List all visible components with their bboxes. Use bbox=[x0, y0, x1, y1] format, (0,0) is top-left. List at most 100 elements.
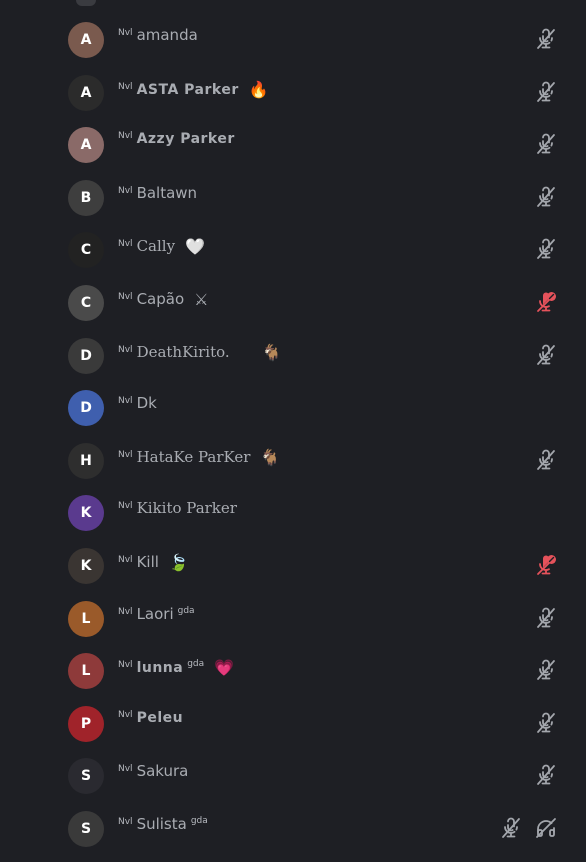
server-muted-icon bbox=[534, 290, 558, 314]
level-prefix: Nvl bbox=[118, 660, 133, 671]
avatar[interactable]: C bbox=[68, 232, 104, 269]
level-prefix: Nvl bbox=[118, 81, 133, 92]
voice-member-row[interactable]: A Nvl amanda bbox=[0, 14, 586, 66]
level-prefix: Nvl bbox=[118, 709, 133, 720]
member-name[interactable]: Sakura bbox=[137, 762, 189, 780]
mic-muted-icon bbox=[534, 763, 558, 787]
voice-member-row[interactable]: A Nvl Azzy Parker bbox=[0, 119, 586, 171]
member-name[interactable]: HataKe ParKer bbox=[137, 448, 251, 466]
member-tag: gda bbox=[190, 816, 208, 826]
mic-muted-icon bbox=[534, 658, 558, 682]
voice-member-row[interactable]: C Nvl Cally 🤍 bbox=[0, 224, 586, 276]
avatar[interactable]: D bbox=[68, 390, 104, 427]
member-name-group: Nvl Dk bbox=[118, 394, 157, 412]
avatar[interactable]: H bbox=[68, 442, 104, 479]
server-muted-icon bbox=[534, 553, 558, 577]
member-name[interactable]: Kill bbox=[137, 553, 159, 571]
member-name[interactable]: Laori bbox=[137, 605, 174, 623]
member-name-group: Nvl Peleu bbox=[118, 710, 183, 726]
voice-member-row[interactable]: K Nvl Kikito Parker bbox=[0, 487, 586, 539]
status-emoji-icon: 🔥 bbox=[248, 79, 269, 99]
member-name[interactable]: Azzy Parker bbox=[137, 131, 235, 147]
member-name[interactable]: Peleu bbox=[137, 710, 184, 726]
voice-member-row[interactable]: S Nvl Sulista gda bbox=[0, 803, 586, 855]
mic-muted-icon bbox=[534, 237, 558, 261]
status-emoji-icon: ⚔ bbox=[194, 290, 209, 309]
mic-muted-icon bbox=[534, 711, 558, 735]
status-emoji-icon: 🐐 bbox=[261, 342, 282, 362]
avatar[interactable]: B bbox=[68, 179, 104, 216]
level-prefix: Nvl bbox=[118, 344, 133, 355]
mic-muted-icon bbox=[534, 80, 558, 104]
avatar[interactable]: A bbox=[68, 127, 104, 164]
avatar[interactable]: C bbox=[68, 285, 104, 321]
level-prefix: Nvl bbox=[118, 28, 133, 38]
avatar[interactable]: K bbox=[68, 495, 104, 532]
member-name-group: Nvl ASTA Parker 🔥 bbox=[118, 79, 269, 99]
status-emoji-icon: 🤍 bbox=[185, 237, 205, 257]
mic-muted-icon bbox=[534, 27, 558, 51]
voice-member-row[interactable]: B Nvl Baltawn bbox=[0, 172, 586, 224]
mic-muted-icon bbox=[534, 343, 558, 367]
level-prefix: Nvl bbox=[118, 239, 133, 250]
member-name-group: Nvl Baltawn bbox=[118, 184, 197, 202]
member-name-group: Nvl Kill 🍃 bbox=[118, 552, 189, 572]
level-prefix: Nvl bbox=[118, 501, 133, 512]
avatar[interactable]: A bbox=[68, 74, 104, 111]
member-name-group: Nvl Azzy Parker bbox=[118, 131, 235, 147]
mic-muted-icon bbox=[499, 816, 523, 840]
mic-muted-icon bbox=[534, 448, 558, 472]
mic-muted-icon bbox=[534, 606, 558, 630]
member-name-group: Nvl Sakura bbox=[118, 762, 188, 780]
member-name-group: Nvl amanda bbox=[118, 26, 198, 44]
member-name-group: Nvl Kikito Parker bbox=[118, 499, 237, 517]
member-tag: gda bbox=[187, 659, 205, 670]
member-name[interactable]: Dk bbox=[137, 394, 157, 412]
avatar[interactable]: S bbox=[68, 811, 104, 847]
voice-member-row[interactable]: D Nvl Dk bbox=[0, 382, 586, 434]
avatar[interactable]: S bbox=[68, 758, 104, 795]
mic-muted-icon bbox=[534, 185, 558, 209]
member-tag: gda bbox=[177, 605, 195, 616]
member-name[interactable]: Baltawn bbox=[137, 184, 198, 202]
level-prefix: Nvl bbox=[118, 131, 133, 142]
avatar[interactable]: P bbox=[68, 705, 104, 742]
member-name-group: Nvl DeathKirito. 🐐 bbox=[118, 342, 282, 362]
member-name-group: Nvl Laori gda bbox=[118, 605, 195, 623]
member-name[interactable]: Capão bbox=[137, 290, 185, 308]
member-name[interactable]: lunna bbox=[137, 660, 184, 676]
member-name-group: Nvl HataKe ParKer 🐐 bbox=[118, 447, 281, 467]
member-name[interactable]: Kikito Parker bbox=[137, 499, 237, 517]
avatar[interactable]: L bbox=[68, 653, 104, 690]
member-name-group: Nvl Sulista gda bbox=[118, 815, 208, 833]
status-emoji-icon: 🍃 bbox=[168, 553, 189, 572]
voice-member-row[interactable]: K Nvl Kill 🍃 bbox=[0, 540, 586, 592]
status-emoji-icon: 💗 bbox=[214, 658, 235, 678]
member-name[interactable]: Sulista bbox=[137, 815, 187, 833]
voice-member-row[interactable]: P Nvl Peleu bbox=[0, 698, 586, 750]
voice-member-row[interactable]: C Nvl Capão ⚔ bbox=[0, 277, 586, 329]
voice-member-row[interactable]: L Nvl lunna gda 💗 bbox=[0, 645, 586, 697]
level-prefix: Nvl bbox=[118, 764, 133, 775]
member-name[interactable]: ASTA Parker bbox=[137, 82, 239, 98]
avatar[interactable]: D bbox=[68, 337, 104, 374]
member-name-group: Nvl Capão ⚔ bbox=[118, 289, 209, 309]
avatar[interactable]: A bbox=[68, 22, 104, 58]
level-prefix: Nvl bbox=[118, 292, 133, 302]
avatar[interactable]: L bbox=[68, 600, 104, 637]
member-name-group: Nvl lunna gda 💗 bbox=[118, 657, 235, 678]
previous-avatar-edge bbox=[76, 0, 96, 6]
level-prefix: Nvl bbox=[118, 396, 133, 407]
voice-member-row[interactable]: L Nvl Laori gda bbox=[0, 593, 586, 645]
member-name[interactable]: DeathKirito. bbox=[137, 343, 230, 361]
level-prefix: Nvl bbox=[118, 606, 133, 617]
member-name[interactable]: amanda bbox=[137, 26, 198, 44]
voice-member-row[interactable]: H Nvl HataKe ParKer 🐐 bbox=[0, 435, 586, 487]
level-prefix: Nvl bbox=[118, 185, 133, 196]
status-emoji-icon: 🐐 bbox=[260, 447, 281, 467]
voice-member-row[interactable]: S Nvl Sakura bbox=[0, 750, 586, 802]
voice-member-row[interactable]: D Nvl DeathKirito. 🐐 bbox=[0, 330, 586, 382]
voice-member-row[interactable]: A Nvl ASTA Parker 🔥 bbox=[0, 67, 586, 119]
avatar[interactable]: K bbox=[68, 548, 104, 584]
member-name[interactable]: Cally bbox=[137, 237, 176, 255]
